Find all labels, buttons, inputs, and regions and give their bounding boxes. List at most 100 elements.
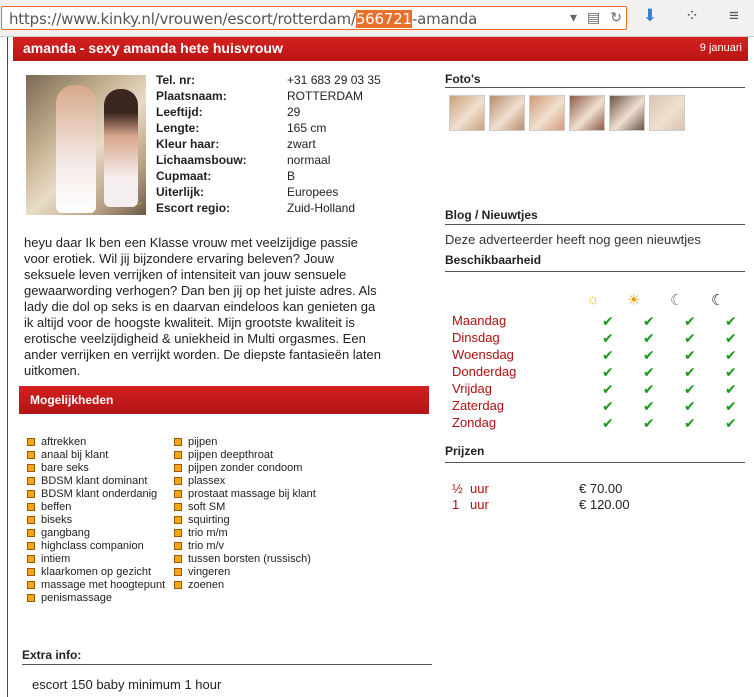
option-item: massage met hoogtepunt (27, 579, 165, 592)
option-label: prostaat massage bij klant (188, 488, 316, 500)
extension-icon[interactable]: ⁘ (682, 6, 702, 26)
availability-day: Maandag (452, 313, 507, 328)
bullet-icon (174, 542, 182, 550)
option-item: bare seks (27, 462, 165, 475)
option-label: pijpen zonder condoom (188, 462, 303, 474)
option-item: pijpen zonder condoom (174, 462, 316, 475)
photos-heading: Foto's (445, 72, 481, 86)
url-highlight: 566721 (355, 10, 412, 28)
blog-text: Deze adverteerder heeft nog geen nieuwtj… (445, 232, 701, 247)
info-label: Leeftijd: (156, 105, 203, 119)
description-line: ik altijd voor de hoogste kwaliteit. Mij… (24, 315, 355, 330)
moon-dark-icon: ☾ (711, 292, 725, 309)
option-label: trio m/v (188, 540, 225, 552)
download-icon[interactable]: ⬇ (640, 6, 660, 26)
option-label: trio m/m (188, 527, 228, 539)
bullet-icon (27, 529, 35, 537)
bullet-icon (174, 503, 182, 511)
checkmark-icon: ✔ (602, 364, 614, 380)
option-label: intiem (41, 553, 71, 565)
profile-title-bar: amanda - sexy amanda hete huisvrouw 9 ja… (13, 37, 748, 61)
moon-icon: ☾ (670, 292, 684, 309)
option-item: vingeren (174, 566, 316, 579)
bullet-icon (174, 529, 182, 537)
profile-photo[interactable]: ~ (26, 75, 146, 215)
info-label: Tel. nr: (156, 73, 196, 87)
page-title: amanda - sexy amanda hete huisvrouw (23, 40, 283, 56)
description-line: ander verrijken en verrijkt worden. De d… (24, 347, 381, 362)
checkmark-icon: ✔ (725, 398, 737, 414)
price-unit: uur (470, 481, 489, 496)
menu-icon[interactable]: ≡ (724, 6, 744, 26)
bullet-icon (27, 568, 35, 576)
option-label: vingeren (188, 566, 231, 578)
page-content: amanda - sexy amanda hete huisvrouw 9 ja… (7, 37, 754, 697)
checkmark-icon: ✔ (643, 347, 655, 363)
description-line: lady die dol op seks is en daarvan einde… (24, 299, 376, 314)
photo-thumbnail[interactable] (449, 95, 485, 131)
option-item: plassex (174, 475, 316, 488)
bullet-icon (174, 516, 182, 524)
availability-day: Zaterdag (452, 398, 505, 413)
divider (445, 224, 745, 225)
browser-toolbar: https://www.kinky.nl/vrouwen/escort/rott… (0, 0, 754, 37)
photo-thumbnail[interactable] (649, 95, 685, 131)
bullet-icon (174, 464, 182, 472)
bullet-icon (174, 438, 182, 446)
availability-day: Dinsdag (452, 330, 500, 345)
bullet-icon (27, 464, 35, 472)
availability-day: Donderdag (452, 364, 517, 379)
option-label: massage met hoogtepunt (41, 579, 166, 591)
address-bar[interactable]: https://www.kinky.nl/vrouwen/escort/rott… (1, 6, 627, 30)
reload-icon[interactable]: ↻ (610, 9, 622, 26)
info-value: normaal (287, 153, 331, 167)
option-item: zoenen (174, 579, 316, 592)
divider (445, 87, 745, 88)
checkmark-icon: ✔ (602, 313, 614, 329)
info-label: Cupmaat: (156, 169, 212, 183)
checkmark-icon: ✔ (684, 347, 696, 363)
info-value: Europees (287, 185, 339, 199)
option-item: BDSM klant dominant (27, 475, 165, 488)
bullet-icon (27, 490, 35, 498)
availability-day: Vrijdag (452, 381, 492, 396)
photo-thumbnail[interactable] (569, 95, 605, 131)
option-item: intiem (27, 553, 165, 566)
option-item: squirting (174, 514, 316, 527)
divider (445, 271, 745, 272)
availability-day: Woensdag (452, 347, 514, 362)
option-label: tussen borsten (russisch) (188, 553, 311, 565)
bullet-icon (27, 581, 35, 589)
bullet-icon (27, 438, 35, 446)
photo-thumbnail[interactable] (489, 95, 525, 131)
description-line: heyu daar Ik ben een Klasse vrouw met ve… (24, 235, 358, 250)
price-unit: uur (470, 497, 489, 512)
availability-day: Zondag (452, 415, 497, 430)
info-label: Kleur haar: (156, 137, 220, 151)
checkmark-icon: ✔ (725, 347, 737, 363)
dropdown-icon[interactable]: ▾ (570, 9, 577, 26)
bullet-icon (174, 555, 182, 563)
option-item: beffen (27, 501, 165, 514)
option-item: biseks (27, 514, 165, 527)
checkmark-icon: ✔ (643, 313, 655, 329)
bullet-icon (27, 451, 35, 459)
sun-icon: ☼ (586, 291, 600, 308)
option-item: aftrekken (27, 436, 165, 449)
checkmark-icon: ✔ (725, 330, 737, 346)
bullet-icon (174, 477, 182, 485)
info-value: ROTTERDAM (287, 89, 363, 103)
url-text[interactable]: https://www.kinky.nl/vrouwen/escort/rott… (9, 10, 477, 28)
photo-thumbnail[interactable] (529, 95, 565, 131)
bullet-icon (174, 581, 182, 589)
divider (22, 664, 432, 665)
bullet-icon (174, 490, 182, 498)
reader-view-icon[interactable]: ▤ (587, 9, 600, 26)
option-label: bare seks (41, 462, 89, 474)
url-suffix: -amanda (411, 10, 478, 28)
photo-thumbnail[interactable] (609, 95, 645, 131)
option-label: klaarkomen op gezicht (41, 566, 152, 578)
description-line: erotische veelzijdigheid & uniekheid in … (24, 331, 366, 346)
info-value: +31 683 29 03 35 (287, 73, 381, 87)
info-value: B (287, 169, 296, 183)
